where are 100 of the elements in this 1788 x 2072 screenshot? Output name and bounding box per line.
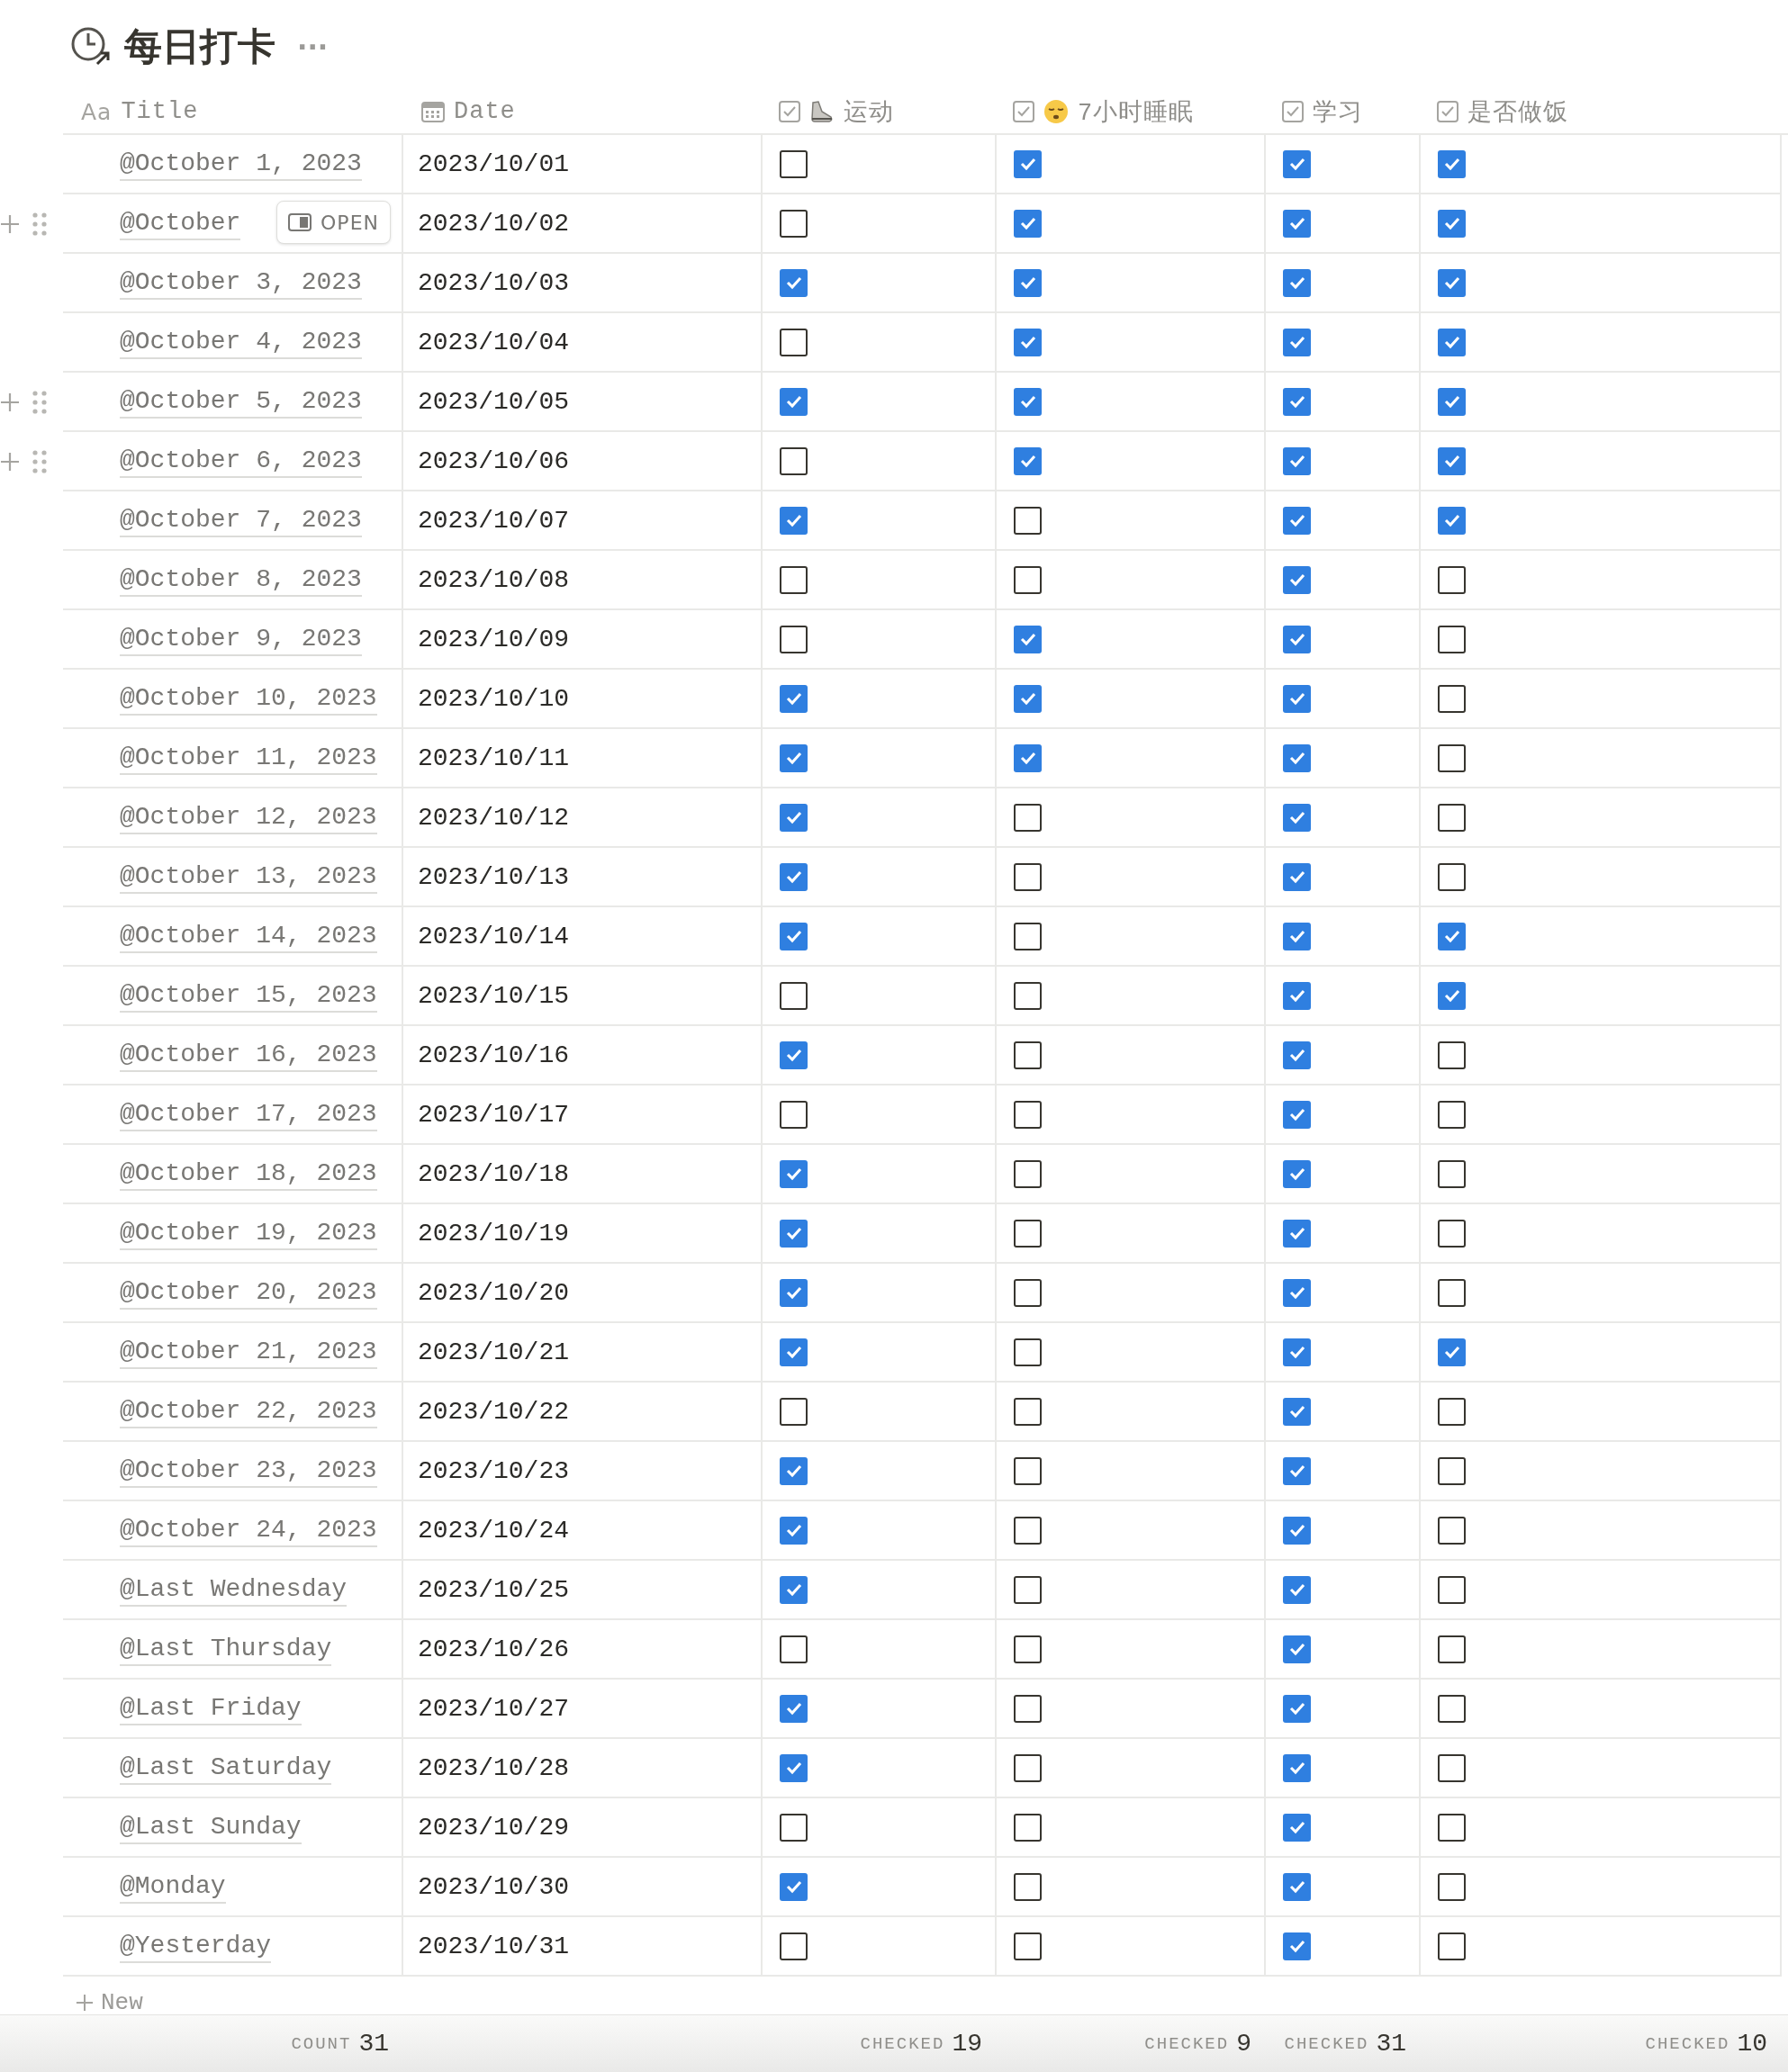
checkbox[interactable] [1438,1932,1466,1960]
checkbox[interactable] [1014,387,1042,416]
checkbox[interactable] [780,1753,808,1782]
checkbox[interactable] [1014,1813,1042,1842]
checkbox[interactable] [1014,1575,1042,1604]
checkbox[interactable] [1014,1338,1042,1366]
checkbox[interactable] [1283,981,1311,1010]
open-button[interactable]: OPEN [276,201,391,244]
checkbox[interactable] [1438,743,1466,772]
checkbox[interactable] [1283,565,1311,594]
checkbox[interactable] [780,1041,808,1069]
checkbox[interactable] [780,506,808,535]
checkbox[interactable] [1014,446,1042,475]
date-mention-title[interactable]: @October 16, 2023 [120,1038,377,1072]
date-mention-title[interactable]: @October 22, 2023 [120,1394,377,1428]
plus-icon[interactable] [76,1994,94,2012]
checkbox[interactable] [1283,1278,1311,1307]
checkbox[interactable] [1014,506,1042,535]
checkbox[interactable] [1438,1456,1466,1485]
column-header[interactable]: 运动 [844,95,894,128]
date-mention-title[interactable]: @Last Sunday [120,1810,302,1844]
date-mention-title[interactable]: @Monday [120,1869,226,1904]
checkbox[interactable] [780,803,808,832]
checkbox[interactable] [1438,625,1466,653]
date-mention-title[interactable]: @October 17, 2023 [120,1097,377,1131]
checkbox[interactable] [780,862,808,891]
checkbox[interactable] [1014,1456,1042,1485]
checkbox[interactable] [780,268,808,297]
checkbox[interactable] [1014,625,1042,653]
checkbox[interactable] [1438,981,1466,1010]
date-mention-title[interactable]: @October 7, 2023 [120,503,362,537]
checkbox[interactable] [1014,1219,1042,1248]
date-mention-title[interactable]: @October 12, 2023 [120,800,377,834]
checkbox[interactable] [1014,149,1042,178]
checkbox[interactable] [1014,209,1042,238]
date-mention-title[interactable]: @October 11, 2023 [120,741,377,775]
checkbox[interactable] [1438,506,1466,535]
checkbox[interactable] [1014,862,1042,891]
checkbox[interactable] [780,1872,808,1901]
date-mention-title[interactable]: @October 23, 2023 [120,1454,377,1488]
checkbox[interactable] [1283,1813,1311,1842]
checkbox[interactable] [1283,1456,1311,1485]
column-header[interactable]: 7小时睡眠 [1078,95,1195,128]
checkbox[interactable] [1014,1516,1042,1545]
checkbox[interactable] [780,1932,808,1960]
checkbox[interactable] [1438,803,1466,832]
checkbox[interactable] [1283,446,1311,475]
date-mention-title[interactable]: @October 20, 2023 [120,1275,377,1310]
checkbox[interactable] [1438,209,1466,238]
checkbox[interactable] [780,981,808,1010]
date-mention-title[interactable]: @October 19, 2023 [120,1216,377,1250]
checkbox[interactable] [780,1635,808,1663]
checkbox[interactable] [1438,446,1466,475]
plus-icon[interactable] [0,214,20,234]
checkbox[interactable] [1014,1694,1042,1723]
checkbox[interactable] [780,328,808,356]
date-mention-title[interactable]: @October 4, 2023 [120,325,362,359]
checkbox[interactable] [1283,387,1311,416]
checkbox[interactable] [1283,506,1311,535]
checkbox[interactable] [1438,922,1466,950]
checkbox[interactable] [780,1456,808,1485]
checkbox[interactable] [780,1813,808,1842]
date-mention-title[interactable]: @October 24, 2023 [120,1513,377,1547]
checkbox[interactable] [780,1159,808,1188]
checkbox[interactable] [1438,684,1466,713]
drag-handle-icon[interactable] [32,391,47,414]
checkbox[interactable] [1283,1338,1311,1366]
checkbox[interactable] [780,1694,808,1723]
checkbox[interactable] [1438,1278,1466,1307]
checkbox[interactable] [1283,743,1311,772]
date-mention-title[interactable]: @October 6, 2023 [120,444,362,478]
checkbox[interactable] [1014,1159,1042,1188]
column-header[interactable]: 学习 [1313,95,1363,128]
date-mention-title[interactable]: @October 13, 2023 [120,860,377,894]
date-mention-title[interactable]: @October 1, 2023 [120,147,362,181]
checkbox[interactable] [1283,1219,1311,1248]
checkbox[interactable] [780,209,808,238]
date-mention-title[interactable]: @October 5, 2023 [120,384,362,419]
checkbox[interactable] [1438,1397,1466,1426]
checkbox[interactable] [1283,1635,1311,1663]
checkbox[interactable] [1438,1635,1466,1663]
checkbox[interactable] [1014,1278,1042,1307]
checkbox[interactable] [1014,1635,1042,1663]
date-mention-title[interactable]: @Last Wednesday [120,1572,348,1607]
checkbox[interactable] [780,1338,808,1366]
date-mention-title[interactable]: @October 9, 2023 [120,622,362,656]
date-mention-title[interactable]: @October 14, 2023 [120,919,377,953]
checkbox[interactable] [1438,1516,1466,1545]
checkbox[interactable] [780,1219,808,1248]
date-mention-title[interactable]: @Yesterday [120,1929,272,1963]
checkbox[interactable] [1014,565,1042,594]
checkbox[interactable] [1014,1397,1042,1426]
checkbox[interactable] [1283,862,1311,891]
checkbox[interactable] [1014,1041,1042,1069]
date-mention-title[interactable]: @Last Friday [120,1691,302,1725]
checkbox[interactable] [780,1397,808,1426]
checkbox[interactable] [1438,862,1466,891]
checkbox[interactable] [1283,1575,1311,1604]
checkbox[interactable] [1283,149,1311,178]
checkbox[interactable] [1283,1516,1311,1545]
